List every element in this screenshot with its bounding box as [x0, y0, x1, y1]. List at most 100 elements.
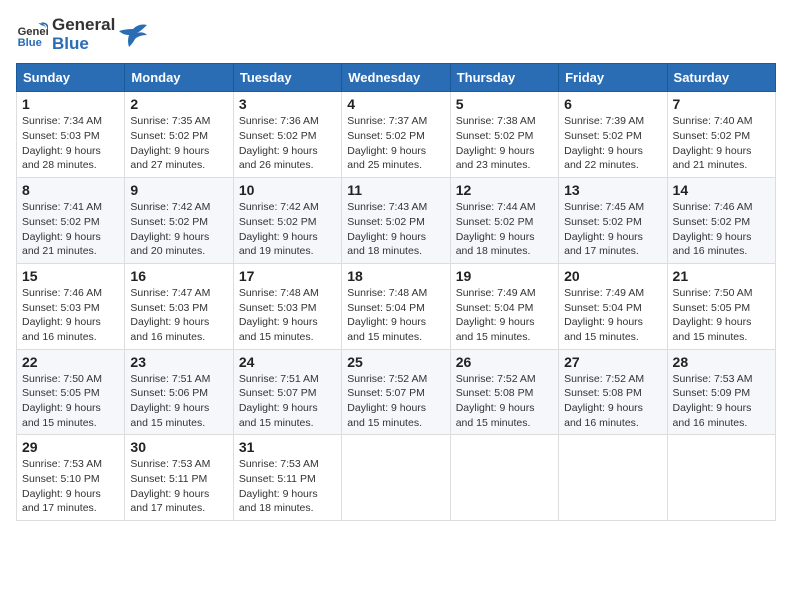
calendar-week-3: 15 Sunrise: 7:46 AM Sunset: 5:03 PM Dayl…	[17, 263, 776, 349]
calendar-cell: 7 Sunrise: 7:40 AM Sunset: 5:02 PM Dayli…	[667, 92, 775, 178]
day-info: Sunrise: 7:39 AM Sunset: 5:02 PM Dayligh…	[564, 114, 661, 173]
logo-icon: General Blue	[16, 19, 48, 51]
day-number: 8	[22, 182, 119, 198]
day-number: 9	[130, 182, 227, 198]
calendar-cell: 3 Sunrise: 7:36 AM Sunset: 5:02 PM Dayli…	[233, 92, 341, 178]
day-number: 13	[564, 182, 661, 198]
day-number: 20	[564, 268, 661, 284]
calendar-cell: 13 Sunrise: 7:45 AM Sunset: 5:02 PM Dayl…	[559, 178, 667, 264]
day-info: Sunrise: 7:48 AM Sunset: 5:03 PM Dayligh…	[239, 286, 336, 345]
calendar-cell: 8 Sunrise: 7:41 AM Sunset: 5:02 PM Dayli…	[17, 178, 125, 264]
day-info: Sunrise: 7:34 AM Sunset: 5:03 PM Dayligh…	[22, 114, 119, 173]
header-friday: Friday	[559, 64, 667, 92]
logo-bird-icon	[119, 21, 147, 49]
day-info: Sunrise: 7:49 AM Sunset: 5:04 PM Dayligh…	[564, 286, 661, 345]
calendar-cell: 21 Sunrise: 7:50 AM Sunset: 5:05 PM Dayl…	[667, 263, 775, 349]
header-wednesday: Wednesday	[342, 64, 450, 92]
day-info: Sunrise: 7:42 AM Sunset: 5:02 PM Dayligh…	[239, 200, 336, 259]
day-info: Sunrise: 7:52 AM Sunset: 5:07 PM Dayligh…	[347, 372, 444, 431]
calendar-cell: 26 Sunrise: 7:52 AM Sunset: 5:08 PM Dayl…	[450, 349, 558, 435]
calendar-cell: 18 Sunrise: 7:48 AM Sunset: 5:04 PM Dayl…	[342, 263, 450, 349]
calendar-cell: 22 Sunrise: 7:50 AM Sunset: 5:05 PM Dayl…	[17, 349, 125, 435]
calendar-cell: 11 Sunrise: 7:43 AM Sunset: 5:02 PM Dayl…	[342, 178, 450, 264]
day-info: Sunrise: 7:43 AM Sunset: 5:02 PM Dayligh…	[347, 200, 444, 259]
day-number: 3	[239, 96, 336, 112]
day-number: 12	[456, 182, 553, 198]
day-info: Sunrise: 7:47 AM Sunset: 5:03 PM Dayligh…	[130, 286, 227, 345]
calendar-cell: 24 Sunrise: 7:51 AM Sunset: 5:07 PM Dayl…	[233, 349, 341, 435]
day-info: Sunrise: 7:36 AM Sunset: 5:02 PM Dayligh…	[239, 114, 336, 173]
day-number: 2	[130, 96, 227, 112]
day-number: 22	[22, 354, 119, 370]
day-info: Sunrise: 7:45 AM Sunset: 5:02 PM Dayligh…	[564, 200, 661, 259]
calendar-cell	[559, 435, 667, 521]
day-number: 27	[564, 354, 661, 370]
day-info: Sunrise: 7:53 AM Sunset: 5:09 PM Dayligh…	[673, 372, 770, 431]
day-number: 15	[22, 268, 119, 284]
day-number: 24	[239, 354, 336, 370]
day-number: 5	[456, 96, 553, 112]
day-number: 25	[347, 354, 444, 370]
day-info: Sunrise: 7:46 AM Sunset: 5:03 PM Dayligh…	[22, 286, 119, 345]
svg-text:Blue: Blue	[18, 37, 42, 49]
logo: General Blue General Blue	[16, 16, 147, 53]
day-number: 23	[130, 354, 227, 370]
day-info: Sunrise: 7:53 AM Sunset: 5:10 PM Dayligh…	[22, 457, 119, 516]
calendar-cell: 15 Sunrise: 7:46 AM Sunset: 5:03 PM Dayl…	[17, 263, 125, 349]
day-info: Sunrise: 7:44 AM Sunset: 5:02 PM Dayligh…	[456, 200, 553, 259]
day-number: 1	[22, 96, 119, 112]
page-header: General Blue General Blue	[16, 16, 776, 53]
calendar-cell: 2 Sunrise: 7:35 AM Sunset: 5:02 PM Dayli…	[125, 92, 233, 178]
calendar-week-4: 22 Sunrise: 7:50 AM Sunset: 5:05 PM Dayl…	[17, 349, 776, 435]
logo-blue: Blue	[52, 35, 115, 54]
calendar-cell: 4 Sunrise: 7:37 AM Sunset: 5:02 PM Dayli…	[342, 92, 450, 178]
day-info: Sunrise: 7:51 AM Sunset: 5:06 PM Dayligh…	[130, 372, 227, 431]
day-number: 30	[130, 439, 227, 455]
day-info: Sunrise: 7:48 AM Sunset: 5:04 PM Dayligh…	[347, 286, 444, 345]
calendar-cell: 9 Sunrise: 7:42 AM Sunset: 5:02 PM Dayli…	[125, 178, 233, 264]
day-number: 6	[564, 96, 661, 112]
day-number: 4	[347, 96, 444, 112]
calendar-cell: 31 Sunrise: 7:53 AM Sunset: 5:11 PM Dayl…	[233, 435, 341, 521]
day-number: 14	[673, 182, 770, 198]
calendar-cell	[342, 435, 450, 521]
header-saturday: Saturday	[667, 64, 775, 92]
calendar-cell: 27 Sunrise: 7:52 AM Sunset: 5:08 PM Dayl…	[559, 349, 667, 435]
calendar-cell	[450, 435, 558, 521]
day-info: Sunrise: 7:53 AM Sunset: 5:11 PM Dayligh…	[239, 457, 336, 516]
day-number: 18	[347, 268, 444, 284]
calendar-cell: 5 Sunrise: 7:38 AM Sunset: 5:02 PM Dayli…	[450, 92, 558, 178]
calendar-week-2: 8 Sunrise: 7:41 AM Sunset: 5:02 PM Dayli…	[17, 178, 776, 264]
calendar-cell: 12 Sunrise: 7:44 AM Sunset: 5:02 PM Dayl…	[450, 178, 558, 264]
logo-general: General	[52, 16, 115, 35]
day-info: Sunrise: 7:52 AM Sunset: 5:08 PM Dayligh…	[564, 372, 661, 431]
day-info: Sunrise: 7:49 AM Sunset: 5:04 PM Dayligh…	[456, 286, 553, 345]
day-info: Sunrise: 7:51 AM Sunset: 5:07 PM Dayligh…	[239, 372, 336, 431]
calendar-cell	[667, 435, 775, 521]
calendar-cell: 10 Sunrise: 7:42 AM Sunset: 5:02 PM Dayl…	[233, 178, 341, 264]
day-info: Sunrise: 7:53 AM Sunset: 5:11 PM Dayligh…	[130, 457, 227, 516]
calendar-header-row: SundayMondayTuesdayWednesdayThursdayFrid…	[17, 64, 776, 92]
day-number: 7	[673, 96, 770, 112]
day-number: 26	[456, 354, 553, 370]
day-number: 16	[130, 268, 227, 284]
svg-text:General: General	[18, 26, 48, 38]
day-info: Sunrise: 7:50 AM Sunset: 5:05 PM Dayligh…	[673, 286, 770, 345]
day-info: Sunrise: 7:41 AM Sunset: 5:02 PM Dayligh…	[22, 200, 119, 259]
header-thursday: Thursday	[450, 64, 558, 92]
header-tuesday: Tuesday	[233, 64, 341, 92]
day-info: Sunrise: 7:40 AM Sunset: 5:02 PM Dayligh…	[673, 114, 770, 173]
calendar-cell: 30 Sunrise: 7:53 AM Sunset: 5:11 PM Dayl…	[125, 435, 233, 521]
calendar-cell: 25 Sunrise: 7:52 AM Sunset: 5:07 PM Dayl…	[342, 349, 450, 435]
day-number: 28	[673, 354, 770, 370]
day-number: 29	[22, 439, 119, 455]
day-info: Sunrise: 7:46 AM Sunset: 5:02 PM Dayligh…	[673, 200, 770, 259]
calendar-cell: 20 Sunrise: 7:49 AM Sunset: 5:04 PM Dayl…	[559, 263, 667, 349]
day-info: Sunrise: 7:35 AM Sunset: 5:02 PM Dayligh…	[130, 114, 227, 173]
day-number: 10	[239, 182, 336, 198]
header-sunday: Sunday	[17, 64, 125, 92]
day-info: Sunrise: 7:38 AM Sunset: 5:02 PM Dayligh…	[456, 114, 553, 173]
calendar-cell: 6 Sunrise: 7:39 AM Sunset: 5:02 PM Dayli…	[559, 92, 667, 178]
calendar-cell: 29 Sunrise: 7:53 AM Sunset: 5:10 PM Dayl…	[17, 435, 125, 521]
calendar-cell: 28 Sunrise: 7:53 AM Sunset: 5:09 PM Dayl…	[667, 349, 775, 435]
